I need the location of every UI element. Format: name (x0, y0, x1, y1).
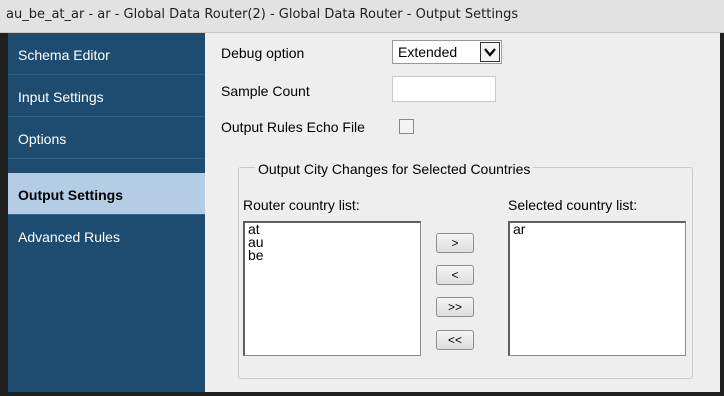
list-item[interactable]: at (245, 222, 420, 236)
title-bar: au_be_at_ar - ar - Global Data Router(2)… (0, 0, 724, 33)
chevron-down-icon[interactable] (480, 42, 500, 62)
sidebar-item-schema-editor[interactable]: Schema Editor (8, 33, 205, 75)
add-all-button[interactable]: >> (436, 297, 474, 317)
sidebar: Schema Editor Input Settings Options Out… (8, 33, 205, 392)
echo-file-label: Output Rules Echo File (221, 119, 365, 135)
sidebar-item-input-settings[interactable]: Input Settings (8, 75, 205, 117)
selected-country-list[interactable]: ar (508, 221, 686, 356)
router-country-list[interactable]: at au be (243, 221, 421, 356)
sidebar-item-output-settings[interactable]: Output Settings (8, 173, 205, 215)
debug-option-value: Extended (398, 44, 458, 60)
remove-button[interactable]: < (436, 265, 474, 285)
sample-count-label: Sample Count (221, 83, 310, 99)
router-list-label: Router country list: (243, 197, 360, 213)
sidebar-item-options[interactable]: Options (8, 117, 205, 159)
list-item[interactable]: au (245, 235, 420, 249)
sample-count-input[interactable] (392, 76, 496, 102)
debug-option-select[interactable]: Extended (392, 40, 502, 64)
window-frame-left (0, 33, 8, 396)
sidebar-item-advanced-rules[interactable]: Advanced Rules (8, 215, 205, 257)
add-button[interactable]: > (436, 233, 474, 253)
output-settings-panel: Debug option Extended Sample Count Outpu… (205, 33, 720, 392)
debug-option-label: Debug option (221, 45, 305, 61)
list-item[interactable]: ar (510, 222, 685, 236)
group-title: Output City Changes for Selected Countri… (255, 161, 534, 177)
window-frame-bottom (0, 392, 724, 396)
selected-list-label: Selected country list: (508, 197, 638, 213)
remove-all-button[interactable]: << (436, 330, 474, 350)
window-frame-right (720, 33, 724, 396)
window-title: au_be_at_ar - ar - Global Data Router(2)… (6, 7, 519, 22)
list-item[interactable]: be (245, 248, 420, 262)
echo-file-checkbox[interactable] (399, 119, 414, 134)
